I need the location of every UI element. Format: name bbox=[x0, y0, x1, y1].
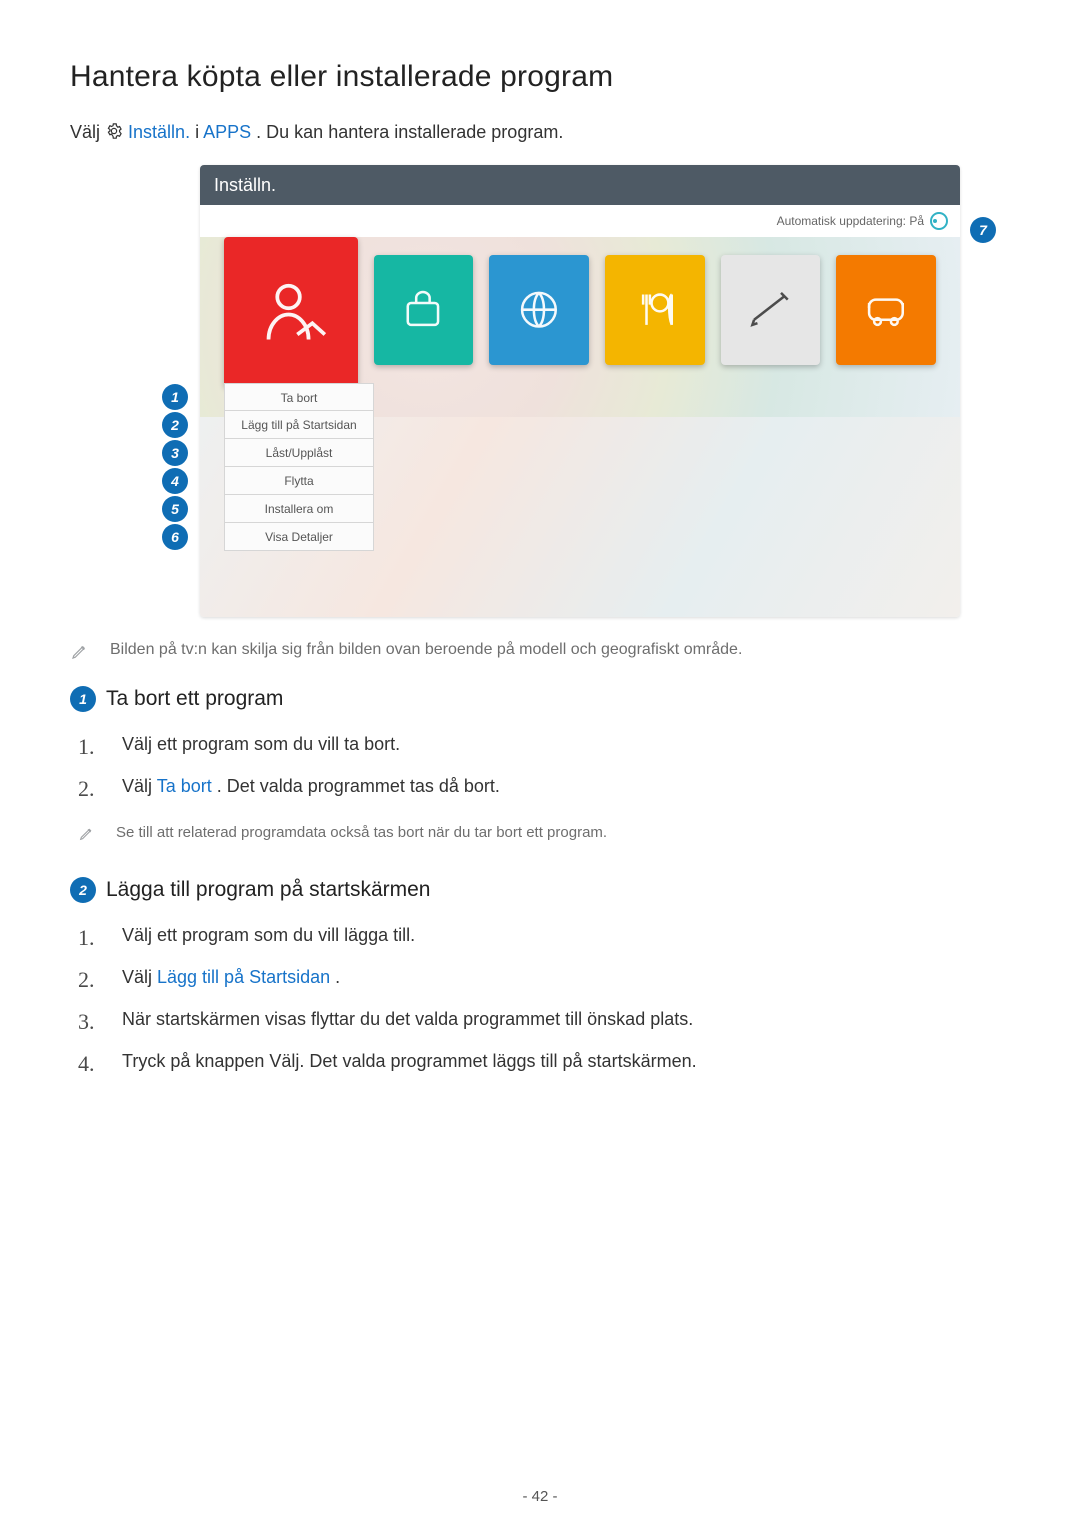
pen-icon bbox=[78, 826, 94, 847]
pen-icon bbox=[70, 643, 88, 666]
app-tile-5[interactable] bbox=[721, 255, 821, 365]
tv-header: Inställn. bbox=[200, 165, 960, 205]
app-tile-4[interactable] bbox=[605, 255, 705, 365]
intro-mid: i bbox=[195, 122, 203, 142]
tile-context-menu: Ta bort Lägg till på Startsidan Låst/Upp… bbox=[224, 383, 374, 551]
section-2-heading: 2 Lägga till program på startskärmen bbox=[70, 877, 1010, 903]
disclaimer-text: Bilden på tv:n kan skilja sig från bilde… bbox=[110, 641, 742, 659]
app-tile-1[interactable] bbox=[224, 237, 358, 387]
step-number: 3. bbox=[78, 1009, 102, 1035]
callout-bubble-6: 6 bbox=[162, 524, 188, 550]
remove-link[interactable]: Ta bort bbox=[157, 776, 212, 796]
section-2-title: Lägga till program på startskärmen bbox=[106, 878, 431, 902]
section1-subnote: Se till att relaterad programdata också … bbox=[70, 820, 1010, 847]
section-2-steps: 1. Välj ett program som du vill lägga ti… bbox=[78, 917, 1010, 1085]
intro-apps-link[interactable]: APPS bbox=[203, 122, 251, 142]
menu-item-reinstall[interactable]: Installera om bbox=[224, 495, 374, 523]
intro-valj: Välj bbox=[70, 122, 105, 142]
step-number: 2. bbox=[78, 776, 102, 802]
callout-bubble-7: 7 bbox=[970, 217, 996, 243]
section2-step3: 3. När startskärmen visas flyttar du det… bbox=[78, 1001, 1010, 1043]
section1-step2: 2. Välj Ta bort . Det valda programmet t… bbox=[78, 768, 1010, 810]
app-tile-3[interactable] bbox=[489, 255, 589, 365]
menu-item-add-home[interactable]: Lägg till på Startsidan bbox=[224, 411, 374, 439]
section1-step1: 1. Välj ett program som du vill ta bort. bbox=[78, 726, 1010, 768]
menu-item-lock[interactable]: Låst/Upplåst bbox=[224, 439, 374, 467]
step-number: 1. bbox=[78, 925, 102, 951]
section1-subnote-text: Se till att relaterad programdata också … bbox=[116, 824, 607, 847]
step-text: Välj ett program som du vill lägga till. bbox=[122, 925, 415, 951]
auto-update-label: Automatisk uppdatering: På bbox=[777, 214, 924, 228]
callout-bubble-4: 4 bbox=[162, 468, 188, 494]
section-2-bubble: 2 bbox=[70, 877, 96, 903]
gear-icon bbox=[105, 122, 123, 145]
app-tile-2[interactable] bbox=[374, 255, 474, 365]
page-number: - 42 - bbox=[0, 1488, 1080, 1505]
auto-update-toggle-icon[interactable] bbox=[930, 212, 948, 230]
add-home-link[interactable]: Lägg till på Startsidan bbox=[157, 967, 330, 987]
callout-bubble-3: 3 bbox=[162, 440, 188, 466]
step-text: Välj Lägg till på Startsidan . bbox=[122, 967, 340, 993]
section-1-steps: 1. Välj ett program som du vill ta bort.… bbox=[78, 726, 1010, 810]
step-text: Välj Ta bort . Det valda programmet tas … bbox=[122, 776, 500, 802]
section2-step4: 4. Tryck på knappen Välj. Det valda prog… bbox=[78, 1043, 1010, 1085]
section2-step2: 2. Välj Lägg till på Startsidan . bbox=[78, 959, 1010, 1001]
tv-header-title: Inställn. bbox=[214, 175, 276, 196]
section-1-heading: 1 Ta bort ett program bbox=[70, 686, 1010, 712]
callout-bubble-2: 2 bbox=[162, 412, 188, 438]
section2-step1: 1. Välj ett program som du vill lägga ti… bbox=[78, 917, 1010, 959]
intro-settings-link[interactable]: Inställn. bbox=[128, 122, 190, 142]
page-title: Hantera köpta eller installerade program bbox=[70, 60, 1010, 94]
step-text: Tryck på knappen Välj. Det valda program… bbox=[122, 1051, 697, 1077]
section-1-bubble: 1 bbox=[70, 686, 96, 712]
tv-status-bar: Automatisk uppdatering: På bbox=[200, 205, 960, 237]
step-text: Välj ett program som du vill ta bort. bbox=[122, 734, 400, 760]
step-number: 4. bbox=[78, 1051, 102, 1077]
menu-item-remove[interactable]: Ta bort bbox=[224, 383, 374, 411]
menu-item-move[interactable]: Flytta bbox=[224, 467, 374, 495]
callout-bubble-1: 1 bbox=[162, 384, 188, 410]
callout-bubble-5: 5 bbox=[162, 496, 188, 522]
menu-item-details[interactable]: Visa Detaljer bbox=[224, 523, 374, 551]
step-number: 1. bbox=[78, 734, 102, 760]
intro-paragraph: Välj Inställn. i APPS . Du kan hantera i… bbox=[70, 122, 1010, 145]
disclaimer-note: Bilden på tv:n kan skilja sig från bilde… bbox=[70, 641, 1010, 666]
app-tile-6[interactable] bbox=[836, 255, 936, 365]
step-text: När startskärmen visas flyttar du det va… bbox=[122, 1009, 693, 1035]
section-1-title: Ta bort ett program bbox=[106, 687, 283, 711]
tv-screenshot: Inställn. Automatisk uppdatering: På bbox=[200, 165, 960, 617]
intro-tail: . Du kan hantera installerade program. bbox=[256, 122, 563, 142]
step-number: 2. bbox=[78, 967, 102, 993]
